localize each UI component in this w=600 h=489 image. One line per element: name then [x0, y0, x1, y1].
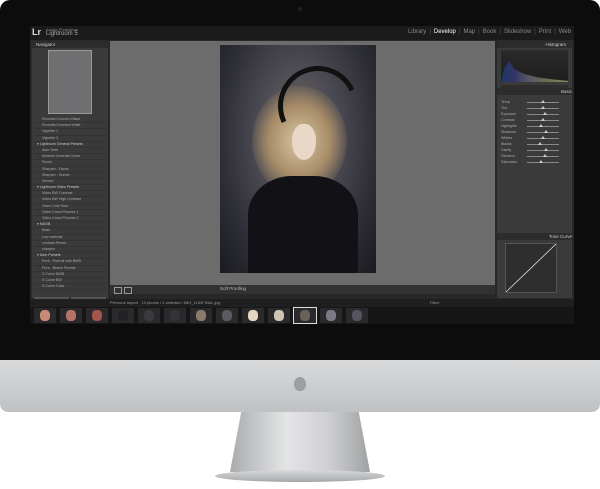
thumbnail-image	[352, 310, 362, 321]
filmstrip-thumbnail[interactable]	[112, 308, 134, 323]
soft-proofing-toggle[interactable]: Soft Proofing	[220, 286, 246, 291]
slider-knob[interactable]	[544, 148, 549, 151]
app-logo: Lr	[32, 27, 41, 37]
filmstrip-thumbnail[interactable]	[86, 308, 108, 323]
slider-label: Clarity	[501, 148, 512, 152]
filmstrip	[30, 307, 574, 324]
slider-label: Vibrance	[501, 154, 516, 158]
filmstrip-thumbnail[interactable]	[190, 308, 212, 323]
slider-track[interactable]	[527, 143, 559, 145]
slider-knob[interactable]	[541, 100, 545, 103]
presets-list: Rounded Corners Black Rounded Corners Whi…	[34, 117, 106, 291]
thumbnail-image	[248, 310, 258, 321]
navigator-header[interactable]: Navigator	[32, 41, 108, 48]
filmstrip-thumbnail[interactable]	[293, 307, 317, 324]
filmstrip-thumbnail[interactable]	[216, 308, 238, 323]
filmstrip-thumbnail[interactable]	[60, 308, 82, 323]
thumbnail-image	[326, 310, 336, 321]
thumbnail-image	[274, 310, 284, 321]
thumbnail-image	[222, 310, 232, 321]
monitor-foot	[215, 470, 385, 482]
filmstrip-thumbnail[interactable]	[242, 308, 264, 323]
slider-label: Saturation	[501, 160, 518, 164]
webcam-icon	[297, 6, 303, 12]
filmstrip-bar: Previous Import 13 photos / 1 selected /…	[30, 299, 574, 307]
slider-knob[interactable]	[544, 130, 549, 133]
compare-view-icon[interactable]	[124, 287, 132, 294]
navigator-preview[interactable]	[48, 50, 92, 114]
app-name: Lightroom 5	[46, 31, 78, 37]
histogram-header[interactable]: Histogram	[497, 41, 572, 48]
slider-label: Whites	[501, 136, 512, 140]
develop-toolbar: Soft Proofing	[110, 285, 495, 294]
module-slideshow[interactable]: Slideshow	[504, 29, 531, 35]
thumbnail-image	[300, 310, 310, 321]
slider-label: Blacks	[501, 142, 512, 146]
slider-knob[interactable]	[542, 154, 547, 157]
preset-item[interactable]: S Curve Color	[34, 284, 106, 291]
monitor-stand	[230, 412, 370, 472]
slider-label: Temp	[501, 100, 510, 104]
photo-body	[248, 176, 358, 273]
thumbnail-image	[144, 310, 154, 321]
filmstrip-source[interactable]: Previous Import 13 photos / 1 selected /…	[110, 300, 220, 305]
left-panel: Navigator Rounded Corners Black Rounded C…	[32, 41, 108, 304]
slider-knob[interactable]	[537, 142, 542, 145]
module-map[interactable]: Map	[463, 29, 475, 35]
slider-label: Shadows	[501, 130, 516, 134]
module-print[interactable]: Print	[539, 29, 551, 35]
module-picker: Library | Develop | Map | Book | Slideshow | …	[407, 29, 571, 35]
filter-label[interactable]: Filter:	[430, 300, 440, 305]
loupe-view-icon[interactable]	[114, 287, 122, 294]
filmstrip-thumbnail[interactable]	[164, 308, 186, 323]
slider-label: Exposure	[501, 112, 517, 116]
tone-curve-graph[interactable]	[505, 243, 557, 293]
slider-label: Contrast	[501, 118, 515, 122]
slider-knob[interactable]	[539, 160, 544, 163]
slider-knob[interactable]	[541, 136, 545, 139]
module-book[interactable]: Book	[483, 29, 497, 35]
thumbnail-image	[196, 310, 206, 321]
lightroom-window: Lr Adobe Photoshop Lightroom 5 Library | …	[30, 26, 574, 324]
filmstrip-thumbnail[interactable]	[346, 308, 368, 323]
basic-header[interactable]: Basic	[497, 88, 572, 95]
filmstrip-thumbnail[interactable]	[34, 308, 56, 323]
slider-row[interactable]: Saturation	[501, 159, 568, 165]
tone-curve-line	[505, 243, 557, 293]
filmstrip-thumbnail[interactable]	[320, 308, 342, 323]
module-develop[interactable]: Develop	[434, 29, 456, 35]
module-web[interactable]: Web	[559, 29, 571, 35]
apple-logo-icon	[294, 377, 306, 391]
slider-knob[interactable]	[541, 118, 545, 121]
thumbnail-image	[170, 310, 180, 321]
slider-track[interactable]	[527, 131, 559, 133]
filmstrip-thumbnail[interactable]	[268, 308, 290, 323]
slider-label: Tint	[501, 106, 507, 110]
slider-track[interactable]	[527, 149, 559, 151]
slider-knob[interactable]	[542, 112, 547, 115]
slider-knob[interactable]	[539, 124, 544, 127]
thumbnail-image	[66, 310, 76, 321]
thumbnail-image	[92, 310, 102, 321]
right-panel: Histogram Basic Temp Tint Exposure Contrast…	[497, 41, 572, 313]
filmstrip-thumbnail[interactable]	[138, 308, 160, 323]
thumbnail-image	[118, 310, 128, 321]
slider-label: Highlights	[501, 124, 517, 128]
top-bar: Lr Adobe Photoshop Lightroom 5 Library | …	[30, 26, 574, 40]
tone-curve-header[interactable]: Tone Curve	[497, 233, 572, 240]
module-library[interactable]: Library	[408, 29, 426, 35]
thumbnail-image	[40, 310, 50, 321]
slider-knob[interactable]	[541, 106, 545, 109]
basic-sliders: Temp Tint Exposure Contrast Highlights Shadow…	[501, 99, 568, 165]
